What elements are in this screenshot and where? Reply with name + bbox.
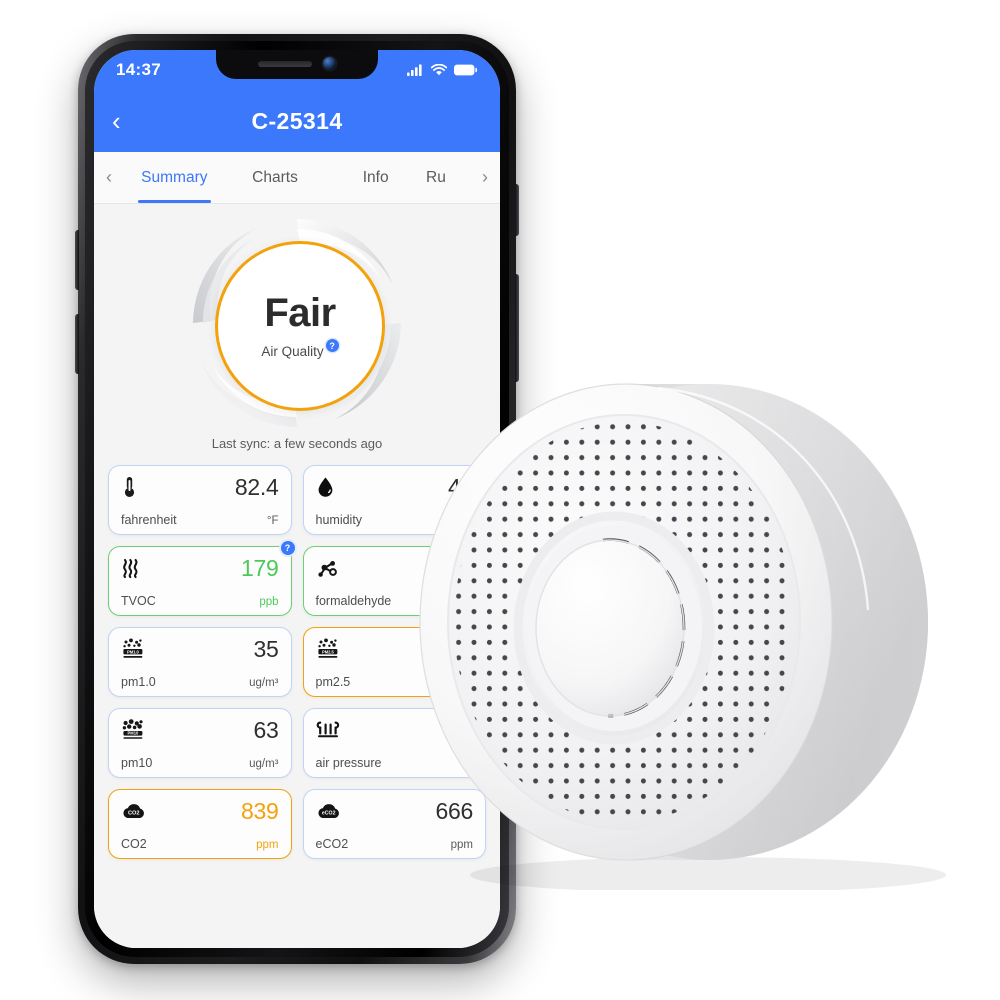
battery-icon xyxy=(454,64,478,76)
svg-text:PM10: PM10 xyxy=(128,731,139,736)
front-camera-icon xyxy=(323,57,336,70)
tab-charts[interactable]: Charts xyxy=(225,152,326,203)
card-bottom-row: pm1.0 ug/m³ xyxy=(121,675,279,689)
air-quality-gauge[interactable]: Fair Air Quality ? xyxy=(189,215,405,431)
status-bar: 14:37 xyxy=(94,50,500,90)
particles-pm25-icon: PM2.5 xyxy=(316,637,342,661)
tab-info[interactable]: Info xyxy=(325,152,426,203)
sensor-value: 82.4 xyxy=(234,473,279,500)
svg-text:PM1.0: PM1.0 xyxy=(127,649,140,654)
card-top-row: PM1.0 35 xyxy=(121,637,279,661)
tabs-scroll-right-icon[interactable]: › xyxy=(470,152,500,203)
air-quality-value: Fair xyxy=(264,291,336,335)
phone-volume-down-button[interactable] xyxy=(75,314,79,374)
sensor-label: air pressure xyxy=(315,756,382,770)
phone-notch xyxy=(216,50,378,79)
tabs-scroll-left-icon[interactable]: ‹ xyxy=(94,152,124,203)
svg-text:PM2.5: PM2.5 xyxy=(321,649,334,654)
status-bar-clock: 14:37 xyxy=(116,60,161,79)
sensor-label: pm10 xyxy=(121,756,153,770)
sensor-card-fahrenheit[interactable]: 82.4 fahrenheit °F xyxy=(108,465,292,535)
screenshot-stage: 14:37 ‹ C-25314 ‹ Summary Charts Info Ru… xyxy=(0,0,1000,1000)
barometer-icon xyxy=(316,718,342,742)
gauge-inner-circle: Fair Air Quality ? xyxy=(215,241,385,411)
sensor-label: fahrenheit xyxy=(121,513,177,527)
card-top-row: 82.4 xyxy=(121,475,279,499)
svg-text:CO2: CO2 xyxy=(128,810,140,816)
sensor-value: 63 xyxy=(253,716,279,743)
phone-volume-up-button[interactable] xyxy=(75,230,79,290)
air-quality-caption-row: Air Quality ? xyxy=(261,339,339,359)
sensor-unit: ppb xyxy=(259,596,279,608)
sensor-unit: ug/m³ xyxy=(249,758,279,770)
chevron-left-icon[interactable]: ‹ xyxy=(112,108,138,134)
air-quality-caption: Air Quality xyxy=(261,344,324,359)
card-top-row: CO2 839 xyxy=(121,799,279,823)
sensor-label: CO2 xyxy=(121,837,147,851)
sensor-label: pm1.0 xyxy=(121,675,156,689)
eco2-cloud-icon: eCO2 xyxy=(316,799,342,823)
sensor-value: 35 xyxy=(253,635,279,662)
sensor-value: 839 xyxy=(241,797,279,824)
page-title: C-25314 xyxy=(251,107,343,134)
sensor-label: formaldehyde xyxy=(315,594,392,608)
earpiece-speaker xyxy=(258,60,312,67)
co2-cloud-icon: CO2 xyxy=(121,799,147,823)
tab-list: Summary Charts Info Ru xyxy=(124,152,470,203)
tab-summary[interactable]: Summary xyxy=(124,152,225,203)
sensor-label: eCO2 xyxy=(315,837,349,851)
sensor-card-pm1[interactable]: PM1.0 35 pm1.0 ug/m³ xyxy=(108,627,292,697)
vapor-waves-icon xyxy=(121,556,147,580)
air-quality-sensor-device xyxy=(408,330,968,890)
card-bottom-row: CO2 ppm xyxy=(121,837,279,851)
sensor-label: TVOC xyxy=(121,594,156,608)
sensor-label: humidity xyxy=(315,513,363,527)
app-navigation-bar: ‹ C-25314 xyxy=(94,90,500,152)
thermometer-icon xyxy=(121,475,147,499)
air-quality-info-icon[interactable]: ? xyxy=(325,339,339,352)
sensor-device-illustration xyxy=(419,383,946,890)
svg-text:eCO2: eCO2 xyxy=(321,810,335,816)
sensor-card-co2[interactable]: CO2 839 CO2 ppm xyxy=(108,789,292,859)
sensor-unit: ppm xyxy=(256,839,279,851)
card-bottom-row: fahrenheit °F xyxy=(121,513,279,527)
tab-rules[interactable]: Ru xyxy=(426,152,470,203)
phone-side-button-top[interactable] xyxy=(515,184,519,236)
sensor-value: 179 xyxy=(241,554,279,581)
water-drop-icon xyxy=(316,475,342,499)
card-top-row: 179 xyxy=(121,556,279,580)
card-bottom-row: TVOC ppb xyxy=(121,594,279,608)
tvoc-info-icon[interactable]: ? xyxy=(280,541,295,555)
particles-pm10-icon: PM10 xyxy=(121,718,147,742)
card-bottom-row: pm10 ug/m³ xyxy=(121,756,279,770)
sensor-card-tvoc[interactable]: ? 179 TVOC ppb xyxy=(108,541,295,616)
molecule-icon xyxy=(316,556,342,580)
sensor-unit: °F xyxy=(266,515,279,527)
sensor-unit: ug/m³ xyxy=(249,677,279,689)
sensor-card-pm10[interactable]: PM10 63 pm10 ug/m³ xyxy=(108,708,292,778)
tab-bar: ‹ Summary Charts Info Ru › xyxy=(94,152,500,204)
sensor-label: pm2.5 xyxy=(315,675,351,689)
wifi-icon xyxy=(431,64,447,76)
status-bar-indicators xyxy=(407,64,478,76)
particles-pm1-icon: PM1.0 xyxy=(121,637,147,661)
cellular-signal-icon xyxy=(407,64,424,76)
card-top-row: PM10 63 xyxy=(121,718,279,742)
